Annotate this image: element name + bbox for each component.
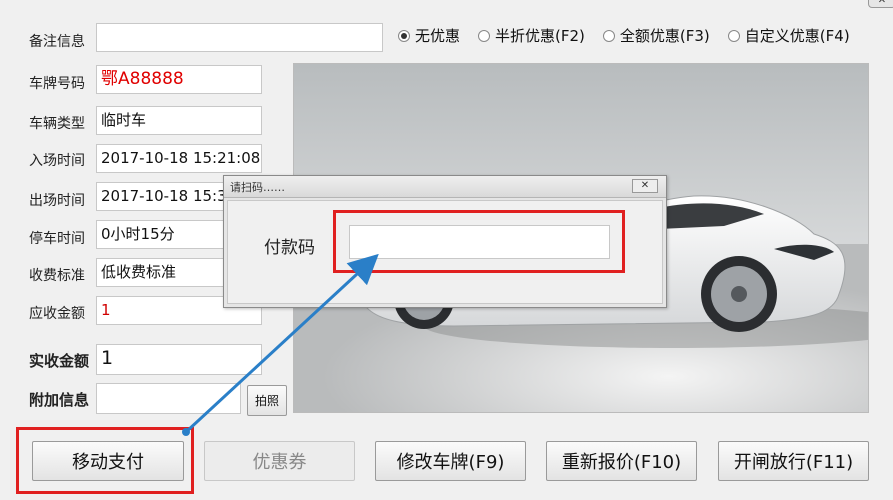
discount-none-label: 无优惠 [415,27,461,45]
fee-standard-label: 收费标准 [29,268,85,284]
discount-custom-radio[interactable]: 自定义优惠(F4) [727,25,850,46]
coupon-button[interactable]: 优惠券 [204,441,355,481]
discount-options: 无优惠 半折优惠(F2) 全额优惠(F3) 自定义优惠(F4) [398,25,850,46]
photo-button[interactable]: 拍照 [247,385,287,416]
open-gate-button[interactable]: 开闸放行(F11) [718,441,869,481]
vehicle-type-label: 车辆类型 [29,116,85,132]
radio-selected-icon [398,29,410,42]
duration-label: 停车时间 [29,231,85,247]
entry-time-input[interactable]: 2017-10-18 15:21:08 [96,144,262,173]
amount-paid-label: 实收金额 [29,352,90,370]
dialog-close-button[interactable]: ✕ [632,179,658,193]
radio-icon [727,29,740,42]
radio-icon [602,29,615,42]
amount-due-label: 应收金额 [29,306,85,322]
plate-input[interactable]: 鄂A88888 [96,65,262,94]
radio-icon [478,29,491,42]
payment-code-highlight [333,210,625,273]
payment-code-label: 付款码 [264,238,315,258]
remark-input[interactable] [96,23,383,52]
plate-label: 车牌号码 [29,76,85,92]
requote-button[interactable]: 重新报价(F10) [546,441,697,481]
extra-info-input[interactable] [96,383,241,414]
discount-half-radio[interactable]: 半折优惠(F2) [478,25,585,46]
vehicle-type-input[interactable]: 临时车 [96,106,262,135]
discount-full-label: 全额优惠(F3) [619,27,710,45]
dialog-titlebar: 请扫码…… ✕ [224,176,666,198]
discount-full-radio[interactable]: 全额优惠(F3) [602,25,710,46]
exit-time-label: 出场时间 [29,193,85,209]
discount-half-label: 半折优惠(F2) [495,27,585,45]
edit-plate-button[interactable]: 修改车牌(F9) [375,441,526,481]
discount-none-radio[interactable]: 无优惠 [398,25,460,46]
remark-label: 备注信息 [29,34,85,50]
amount-paid-input[interactable]: 1 [96,344,262,375]
entry-time-label: 入场时间 [29,153,85,169]
window-close-button[interactable]: ✕ [868,0,893,8]
discount-custom-label: 自定义优惠(F4) [744,27,850,45]
dialog-title: 请扫码…… [230,181,285,194]
extra-info-label: 附加信息 [29,391,90,409]
mobile-pay-highlight [16,427,194,494]
